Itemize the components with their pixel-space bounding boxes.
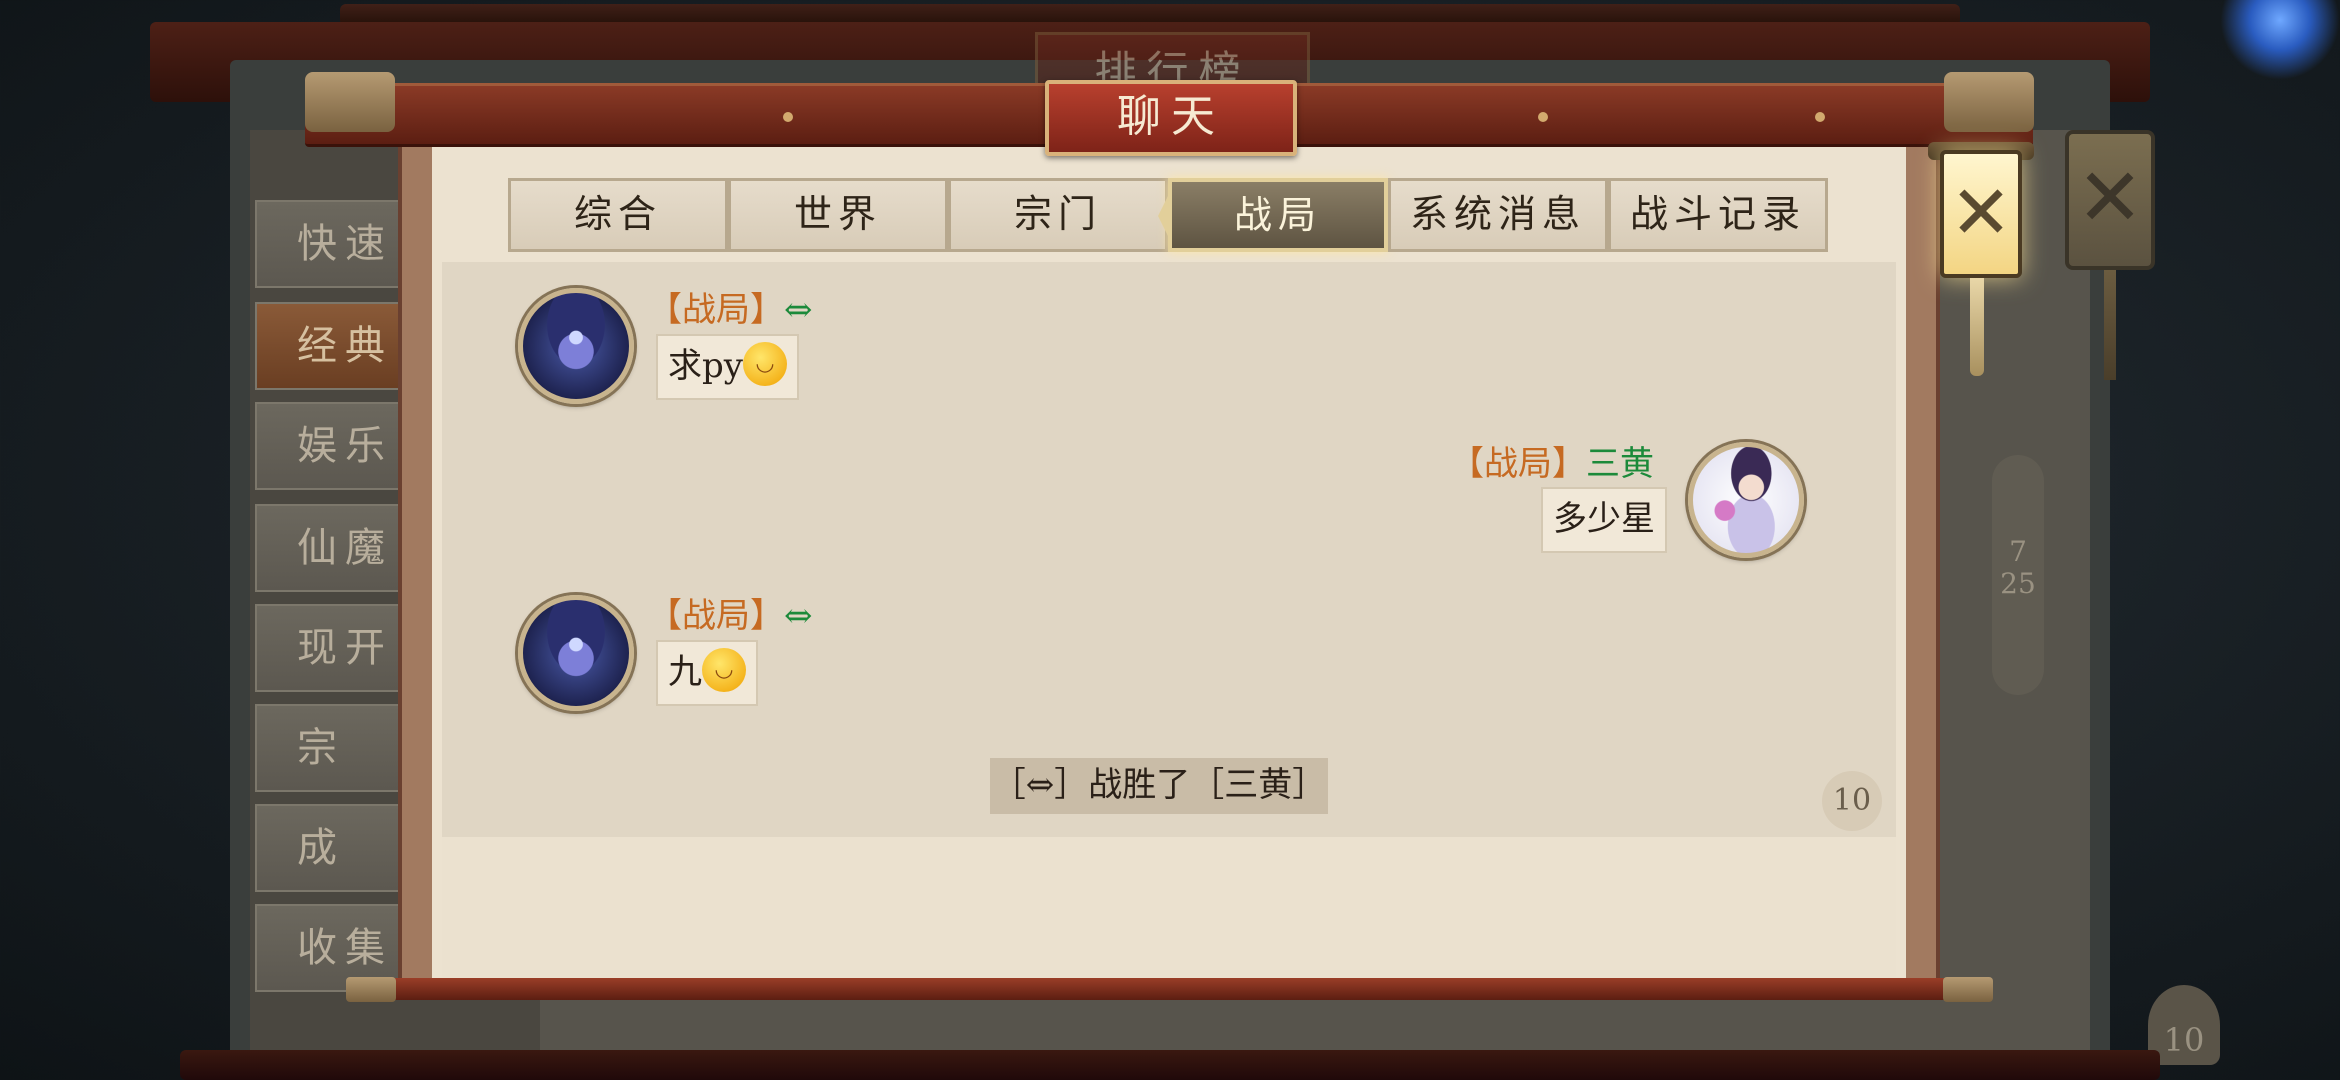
beam-corner-ornament bbox=[1943, 977, 1993, 1002]
message-header: 【战局】⇔ bbox=[648, 588, 813, 637]
beam-stud bbox=[783, 112, 793, 122]
beam-corner-ornament bbox=[1944, 72, 2034, 132]
message-header: 【战局】⇔ bbox=[648, 282, 813, 331]
smile-emoji-icon: ◡ bbox=[742, 342, 787, 386]
channel-tag: 【战局】 bbox=[648, 596, 784, 636]
message-text: 多少星 bbox=[1553, 499, 1655, 539]
lady-avatar[interactable] bbox=[1688, 442, 1804, 558]
channel-tag: 【战局】 bbox=[648, 290, 784, 330]
tab-system-messages[interactable]: 系统消息 bbox=[1388, 178, 1608, 252]
message-header: 【战局】三黄 bbox=[1450, 436, 1654, 485]
sender-name[interactable]: 三黄 bbox=[1586, 444, 1654, 484]
beam-corner-ornament bbox=[305, 72, 395, 132]
chat-title: 聊天 bbox=[1045, 80, 1297, 156]
message-bubble: 求py ◡ bbox=[656, 334, 799, 400]
chat-tabs: 综合 世界 宗门 战局 系统消息 战斗记录 bbox=[508, 178, 1828, 252]
close-lantern-tassel bbox=[1970, 278, 1984, 376]
background-page-current: 7 bbox=[2009, 535, 2027, 568]
background-page-indicator: 7 25 bbox=[1992, 455, 2044, 695]
chat-bottom-beam bbox=[378, 978, 1960, 1000]
beam-stud bbox=[1815, 112, 1825, 122]
tab-sect[interactable]: 宗门 bbox=[948, 178, 1168, 252]
background-lantern-tassel bbox=[2104, 270, 2116, 380]
tab-world[interactable]: 世界 bbox=[728, 178, 948, 252]
channel-tag: 【战局】 bbox=[1450, 444, 1586, 484]
background-page-total: 25 bbox=[2000, 567, 2036, 600]
sender-name[interactable]: ⇔ bbox=[784, 596, 813, 636]
chat-lower-area bbox=[442, 837, 1896, 977]
message-count-badge[interactable]: 10 bbox=[1822, 771, 1882, 831]
smile-emoji-icon: ◡ bbox=[702, 648, 746, 692]
tab-battle[interactable]: 战局 bbox=[1158, 178, 1398, 252]
beam-corner-ornament bbox=[346, 977, 396, 1002]
beam-stud bbox=[1538, 112, 1548, 122]
background-close-lantern-icon: ✕ bbox=[2065, 130, 2155, 270]
message-text: 求py bbox=[668, 346, 743, 386]
message-bubble: 九 ◡ bbox=[656, 640, 758, 706]
close-button[interactable]: ✕ bbox=[1940, 150, 2022, 278]
background-bottom-rod bbox=[180, 1050, 2160, 1080]
tab-general[interactable]: 综合 bbox=[508, 178, 728, 252]
mage-avatar[interactable] bbox=[518, 595, 634, 711]
message-bubble: 多少星 bbox=[1541, 487, 1667, 553]
tab-battle-log[interactable]: 战斗记录 bbox=[1608, 178, 1828, 252]
glow-orb-icon bbox=[2220, 0, 2340, 80]
battle-result-note: ［⇔］战胜了［三黄］ bbox=[990, 758, 1328, 814]
mage-avatar[interactable] bbox=[518, 288, 634, 404]
message-text: 九 bbox=[668, 652, 702, 692]
sender-name[interactable]: ⇔ bbox=[784, 290, 813, 330]
